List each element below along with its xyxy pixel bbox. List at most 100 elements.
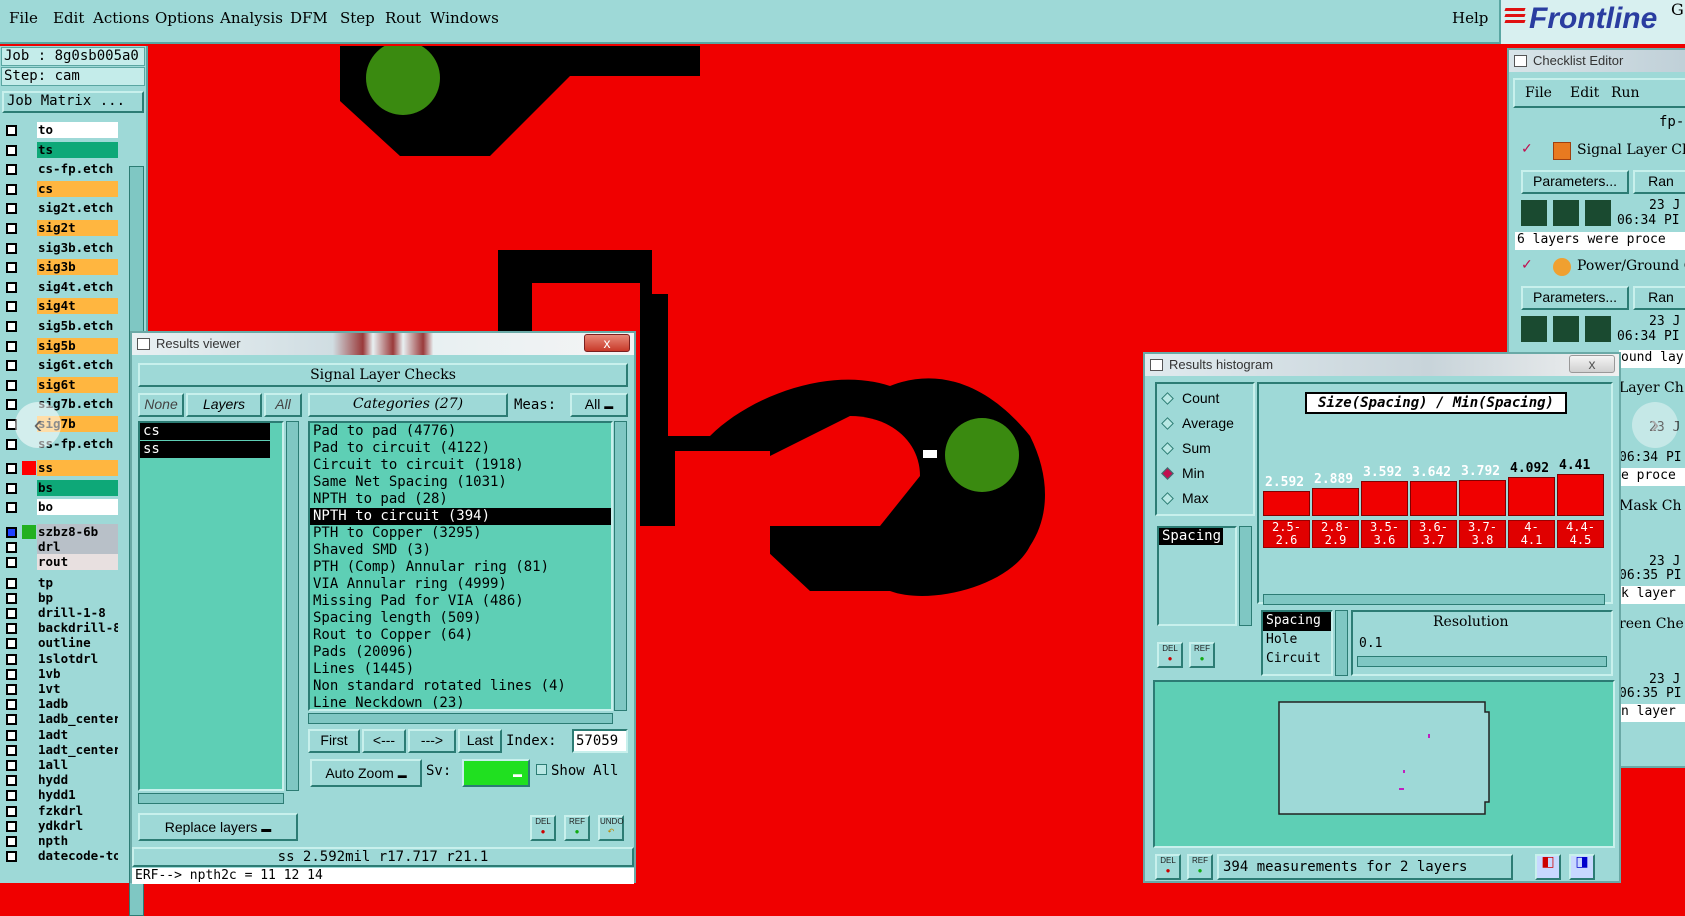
checklist-menu-edit[interactable]: Edit (1570, 85, 1599, 101)
check-mark-icon[interactable]: ✓ (1521, 256, 1533, 273)
layer-row[interactable]: npth (2, 833, 118, 849)
layer-checkbox[interactable] (6, 463, 17, 475)
menu-actions[interactable]: Actions (93, 9, 149, 27)
layer-row[interactable]: 1vb (2, 665, 118, 682)
category-item[interactable]: NPTH to pad (28) (310, 491, 611, 508)
meas-dropdown[interactable]: All ▬ (570, 393, 628, 417)
layer-row[interactable]: sig2t.etch (2, 200, 118, 217)
category-item[interactable]: Circuit to circuit (1918) (310, 457, 611, 474)
histogram-hscroll[interactable] (1263, 594, 1605, 605)
category-list-scrollbar[interactable] (614, 421, 627, 711)
layers-button[interactable]: Layers (186, 393, 262, 417)
layer-row[interactable]: sig6t.etch (2, 357, 118, 374)
layer-row[interactable]: sig3b (2, 259, 118, 276)
layer-row[interactable]: bs (2, 479, 118, 496)
category-item[interactable]: NPTH to circuit (394) (310, 508, 611, 525)
layer-row[interactable]: hydd (2, 772, 118, 789)
mode-radio-max[interactable]: Max (1161, 490, 1208, 506)
menu-file[interactable]: File (9, 9, 38, 27)
category-item[interactable]: Missing Pad for VIA (486) (310, 593, 611, 610)
layer-checkbox[interactable] (6, 502, 17, 514)
auto-zoom-dropdown[interactable]: Auto Zoom ▬ (310, 759, 422, 787)
checklist-item-screen[interactable]: reen Che (1619, 616, 1684, 632)
ref-icon[interactable]: REF ● (564, 815, 590, 841)
type-list[interactable]: Spacing Hole Circuit (1261, 610, 1333, 676)
mode-radio-count[interactable]: Count (1161, 390, 1219, 406)
mode-radio-sum[interactable]: Sum (1161, 440, 1211, 456)
layer-row[interactable]: 1vt (2, 681, 118, 697)
histogram-bar[interactable] (1263, 490, 1310, 516)
category-item[interactable]: Pad to circuit (4122) (310, 440, 611, 457)
next-image-button[interactable]: › (1632, 402, 1678, 448)
layer-row[interactable]: sig4t (2, 298, 118, 315)
layer-checkbox[interactable] (6, 608, 17, 619)
parameters-button[interactable]: Parameters... (1521, 170, 1629, 194)
run-icon[interactable] (1521, 316, 1547, 342)
undo-icon[interactable]: UNDO ↶ (598, 815, 624, 841)
all-button[interactable]: All (264, 393, 302, 417)
layer-row[interactable]: 1adb_center (2, 711, 118, 728)
layer-row[interactable]: sig5b.etch (2, 318, 118, 334)
zoom-fit-icon[interactable]: ◨ (1569, 854, 1595, 880)
menu-dfm[interactable]: DFM (290, 9, 328, 27)
layer-row[interactable]: sig4t.etch (2, 278, 118, 295)
layer-checkbox[interactable] (6, 653, 17, 665)
layer-checkbox[interactable] (6, 360, 17, 372)
result-layer-item[interactable]: ss (140, 441, 270, 458)
layer-checkbox[interactable] (6, 527, 17, 538)
type-item[interactable]: Spacing (1263, 612, 1331, 631)
show-all-checkbox[interactable]: Show All (536, 763, 618, 779)
layer-row[interactable]: rout (2, 554, 118, 571)
layer-row[interactable]: szbz8-6b (2, 524, 118, 540)
category-item[interactable]: Rout to Copper (64) (310, 627, 611, 644)
layer-checkbox[interactable] (6, 790, 17, 802)
layer-checkbox[interactable] (6, 699, 17, 711)
layer-checkbox[interactable] (6, 301, 17, 313)
prev-button[interactable]: <--- (362, 729, 406, 753)
parameters-button[interactable]: Parameters... (1521, 286, 1629, 310)
layer-row[interactable]: drill-1-8 (2, 605, 118, 621)
category-item[interactable]: PTH to Copper (3295) (310, 525, 611, 542)
layer-checkbox[interactable] (6, 577, 17, 589)
board-preview[interactable] (1153, 680, 1615, 848)
layer-checkbox[interactable] (6, 281, 17, 293)
menu-rout[interactable]: Rout (385, 9, 421, 27)
layer-checkbox[interactable] (6, 482, 17, 494)
ran-button[interactable]: Ran (1633, 170, 1685, 194)
layer-row[interactable]: outline (2, 635, 118, 652)
category-item[interactable]: Pads (20096) (310, 644, 611, 661)
layer-checkbox[interactable] (6, 144, 17, 156)
close-button[interactable]: x (1569, 355, 1615, 373)
category-list[interactable]: Pad to pad (4776) Pad to circuit (4122) Ci… (308, 421, 613, 711)
layer-checkbox[interactable] (6, 542, 17, 554)
mode-radio-min[interactable]: Min (1161, 465, 1205, 481)
layer-row[interactable]: cs-fp.etch (2, 161, 118, 178)
run-icon[interactable] (1553, 316, 1579, 342)
checklist-titlebar[interactable]: Checklist Editor (1509, 50, 1685, 72)
layer-checkbox[interactable] (6, 399, 17, 411)
category-item[interactable]: Lines (1445) (310, 661, 611, 678)
layer-checkbox[interactable] (6, 321, 17, 332)
category-item[interactable]: PTH (Comp) Annular ring (81) (310, 559, 611, 576)
layer-checkbox[interactable] (6, 203, 17, 215)
layer-checkbox[interactable] (6, 223, 17, 234)
layer-row[interactable]: sig5b (2, 337, 118, 354)
last-button[interactable]: Last (458, 729, 502, 753)
layer-checkbox[interactable] (6, 760, 17, 771)
run-icon[interactable] (1553, 200, 1579, 226)
layer-row[interactable]: backdrill-8- (2, 620, 118, 637)
histogram-bar[interactable] (1557, 474, 1604, 516)
histogram-titlebar[interactable]: Results histogram x (1145, 354, 1619, 376)
job-matrix-button[interactable]: Job Matrix ... (2, 91, 144, 113)
layer-checkbox[interactable] (6, 820, 17, 832)
replace-layers-dropdown[interactable]: Replace layers ▬ (138, 813, 298, 841)
layer-row[interactable]: datecode-to (2, 848, 118, 865)
layer-checkbox[interactable] (6, 623, 17, 635)
category-item[interactable]: Spacing length (509) (310, 610, 611, 627)
layer-checkbox[interactable] (6, 262, 17, 274)
layer-row[interactable]: 1adt (2, 726, 118, 743)
menu-edit[interactable]: Edit (53, 9, 84, 27)
previous-image-button[interactable]: ‹ (15, 402, 61, 448)
layer-row[interactable]: cs (2, 180, 118, 197)
layer-row[interactable]: bo (2, 499, 118, 516)
